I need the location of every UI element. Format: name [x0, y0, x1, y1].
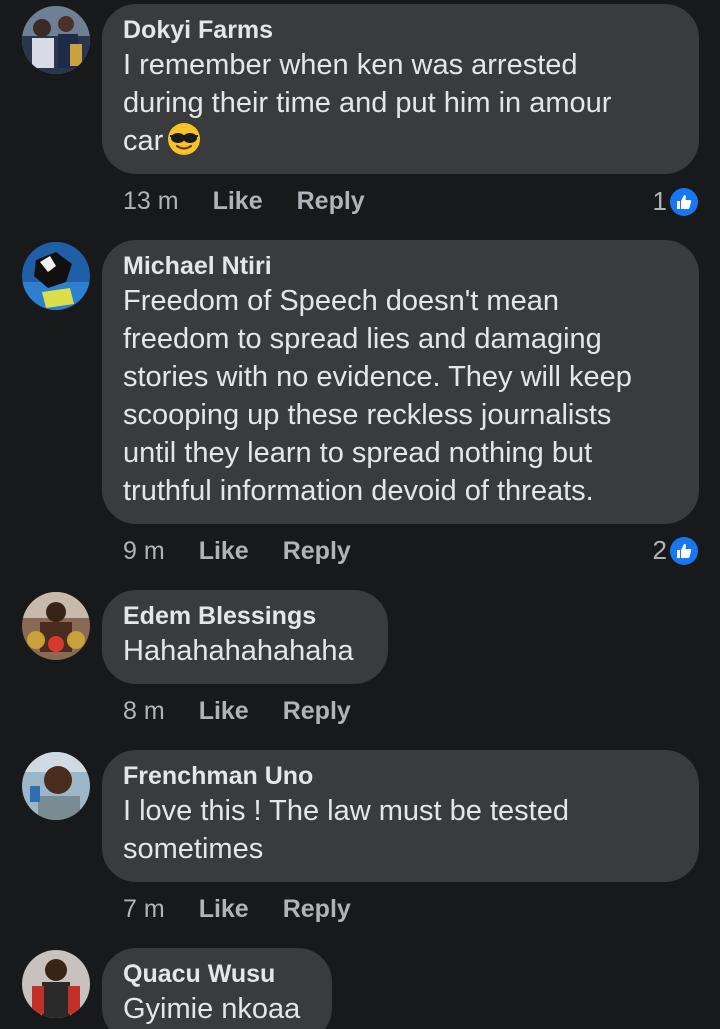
sunglasses-emoji-icon: [168, 123, 201, 155]
like-button[interactable]: Like: [199, 895, 249, 924]
comment-actions: 9 m Like Reply: [123, 537, 385, 566]
comment-actions: 13 m Like Reply: [123, 187, 399, 216]
comment-author[interactable]: Michael Ntiri: [123, 250, 677, 282]
comment-timestamp[interactable]: 9 m: [123, 537, 165, 566]
comment-bubble: Frenchman Uno I love this ! The law must…: [102, 750, 699, 882]
reply-button[interactable]: Reply: [283, 895, 351, 924]
reply-button[interactable]: Reply: [297, 187, 365, 216]
comment-text: I love this ! The law must be tested som…: [123, 795, 569, 865]
reaction-summary[interactable]: 2: [653, 535, 698, 566]
reaction-summary[interactable]: 1: [653, 186, 698, 217]
comment-author[interactable]: Edem Blessings: [123, 600, 366, 632]
comment-text: Gyimie nkoaa: [123, 993, 301, 1025]
reaction-count: 2: [652, 535, 667, 565]
comment-author[interactable]: Frenchman Uno: [123, 760, 677, 792]
like-button[interactable]: Like: [199, 537, 249, 566]
avatar-photo-icon: [22, 752, 90, 820]
avatar-photo-icon: [22, 6, 90, 74]
comment-actions: 8 m Like Reply: [123, 697, 385, 726]
reaction-count: 1: [652, 186, 667, 216]
comment-bubble: Edem Blessings Hahahahahahaha: [102, 590, 388, 684]
comment-timestamp[interactable]: 7 m: [123, 895, 165, 924]
avatar[interactable]: [22, 752, 90, 820]
comment-timestamp[interactable]: 8 m: [123, 697, 165, 726]
comment-text: I remember when ken was arrested during …: [123, 49, 612, 157]
avatar[interactable]: [22, 592, 90, 660]
thumbs-up-icon: [670, 187, 698, 216]
comment-timestamp[interactable]: 13 m: [123, 187, 179, 216]
like-button[interactable]: Like: [199, 697, 249, 726]
avatar-photo-icon: [22, 950, 90, 1018]
comment-bubble: Michael Ntiri Freedom of Speech doesn't …: [102, 240, 699, 524]
comment-text: Freedom of Speech doesn't mean freedom t…: [123, 285, 632, 507]
comment-author[interactable]: Quacu Wusu: [123, 958, 310, 990]
comment-text: Hahahahahahaha: [123, 635, 354, 667]
like-button[interactable]: Like: [213, 187, 263, 216]
avatar[interactable]: [22, 6, 90, 74]
avatar[interactable]: [22, 242, 90, 310]
comment-bubble: Quacu Wusu Gyimie nkoaa: [102, 948, 332, 1029]
avatar[interactable]: [22, 950, 90, 1018]
reply-button[interactable]: Reply: [283, 537, 351, 566]
avatar-photo-icon: [22, 592, 90, 660]
comment-bubble: Dokyi Farms I remember when ken was arre…: [102, 4, 699, 174]
comment-actions: 7 m Like Reply: [123, 895, 385, 924]
comment-author[interactable]: Dokyi Farms: [123, 14, 677, 46]
comments-feed: Dokyi Farms I remember when ken was arre…: [0, 0, 720, 1029]
reply-button[interactable]: Reply: [283, 697, 351, 726]
thumbs-up-icon: [670, 536, 698, 565]
avatar-photo-icon: [22, 242, 90, 310]
